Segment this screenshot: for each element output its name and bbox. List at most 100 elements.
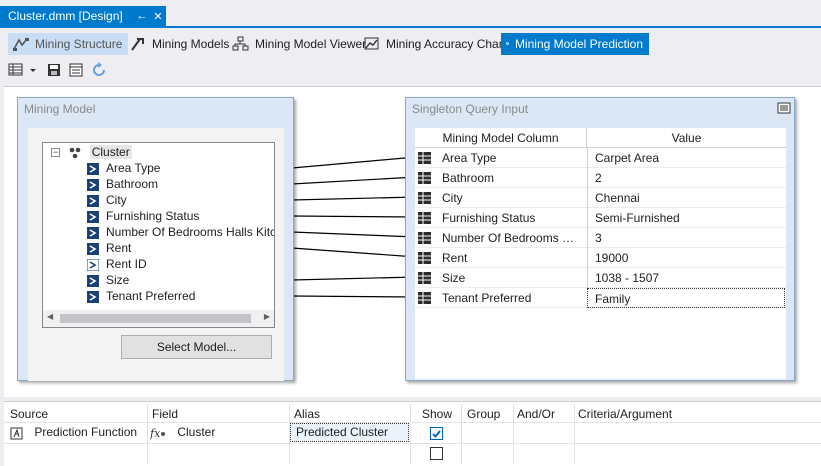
header-mining-model-column[interactable]: Mining Model Column [415, 128, 587, 148]
scroll-left-icon[interactable]: ◀ [47, 312, 53, 321]
input-column-icon [87, 178, 99, 191]
header-alias[interactable]: Alias [292, 406, 320, 422]
header-show[interactable]: Show [420, 406, 452, 422]
tab-label: Mining Accuracy Chart [386, 37, 507, 51]
tree-root-cluster[interactable]: − Cluster [51, 144, 132, 160]
tab-mining-accuracy-chart[interactable]: Mining Accuracy Chart [359, 33, 512, 55]
column-divider [574, 404, 575, 464]
save-icon[interactable] [46, 62, 62, 78]
prediction-icon [505, 42, 510, 46]
tree-column-label: Tenant Preferred [106, 289, 196, 303]
accuracy-chart-icon [364, 37, 379, 50]
row-value[interactable]: 19000 [587, 248, 785, 268]
tree-column-item[interactable]: Size [87, 272, 129, 288]
dropdown-icon[interactable] [28, 62, 38, 78]
tab-mining-structure[interactable]: Mining Structure [8, 33, 129, 55]
refresh-icon[interactable] [91, 62, 107, 78]
table-row[interactable]: Tenant Preferred Family [415, 288, 786, 308]
query-view-icon[interactable] [68, 62, 84, 78]
input-column-icon [87, 290, 99, 303]
tree-column-item[interactable]: Number Of Bedrooms Halls Kitchens [87, 224, 275, 240]
result-view-icon[interactable] [8, 62, 24, 78]
tab-label: Mining Model Prediction [514, 37, 643, 51]
row-value[interactable]: Carpet Area [587, 148, 785, 168]
query-options-icon[interactable] [777, 101, 791, 115]
field-cell[interactable]: fx Cluster [149, 422, 216, 442]
row-value-selected[interactable]: Family [587, 288, 785, 308]
tree-column-item[interactable]: Furnishing Status [87, 208, 199, 224]
row-value[interactable]: 3 [587, 228, 785, 248]
header-source[interactable]: Source [8, 406, 48, 422]
close-icon[interactable]: ✕ [150, 10, 166, 23]
singleton-query-title: Singleton Query Input [406, 98, 794, 120]
row-column-name: City [442, 191, 463, 205]
column-icon [418, 292, 431, 304]
select-model-button[interactable]: Select Model... [121, 335, 272, 359]
tab-mining-model-viewer[interactable]: Mining Model Viewer [228, 33, 372, 55]
mining-models-icon [131, 38, 144, 51]
pin-icon[interactable]: ← [134, 10, 150, 22]
header-and-or[interactable]: And/Or [515, 406, 555, 422]
scrollbar-thumb[interactable] [60, 314, 251, 323]
show-checkbox[interactable] [430, 447, 443, 460]
prediction-query-grid[interactable]: Source Field Alias Show Group And/Or Cri… [4, 401, 821, 466]
model-column-tree[interactable]: − Cluster Area Type Bathroom City Furnis… [42, 142, 275, 328]
header-field[interactable]: Field [150, 406, 178, 422]
column-divider [410, 404, 411, 464]
collapse-icon[interactable]: − [51, 148, 60, 158]
column-icon [418, 252, 431, 264]
row-value[interactable]: Semi-Furnished [587, 208, 785, 228]
column-divider [461, 404, 462, 464]
singleton-query-panel[interactable]: Singleton Query Input Mining Model Colum… [405, 97, 795, 381]
row-column-name: Tenant Preferred [442, 291, 532, 305]
source-value: Prediction Function [34, 425, 138, 439]
document-tab[interactable]: Cluster.dmm [Design] ← ✕ [0, 6, 166, 26]
singleton-query-grid[interactable]: Mining Model Column Value Area Type Carp… [415, 128, 786, 379]
row-value[interactable]: 2 [587, 168, 785, 188]
header-criteria-argument[interactable]: Criteria/Argument [576, 406, 672, 422]
cluster-function-icon: fx [149, 427, 165, 440]
tree-column-item[interactable]: Rent ID [87, 256, 147, 272]
table-row[interactable]: Area Type Carpet Area [415, 148, 786, 168]
cluster-model-icon [70, 147, 81, 159]
tree-column-label: Number Of Bedrooms Halls Kitchens [106, 225, 275, 239]
check-icon [432, 430, 441, 438]
tree-column-item[interactable]: Tenant Preferred [87, 288, 195, 304]
tree-column-item[interactable]: Area Type [87, 160, 160, 176]
header-group[interactable]: Group [465, 406, 500, 422]
tree-column-item[interactable]: City [87, 192, 127, 208]
input-column-icon [87, 226, 99, 239]
table-row[interactable]: Number Of Bedrooms Hall... 3 [415, 228, 786, 248]
row-value[interactable]: 1038 - 1507 [587, 268, 785, 288]
table-row[interactable]: City Chennai [415, 188, 786, 208]
source-cell[interactable]: Prediction Function [10, 422, 137, 442]
row-value[interactable]: Chennai [587, 188, 785, 208]
tab-mining-model-prediction[interactable]: Mining Model Prediction [501, 33, 649, 55]
tab-mining-models[interactable]: Mining Models [125, 33, 235, 55]
tree-column-item[interactable]: Rent [87, 240, 131, 256]
mining-model-title: Mining Model [18, 98, 293, 120]
input-column-icon [87, 162, 99, 175]
table-row[interactable]: Bathroom 2 [415, 168, 786, 188]
document-tab-bar: Cluster.dmm [Design] ← ✕ [0, 0, 821, 28]
tab-label: Mining Model Viewer [255, 37, 367, 51]
show-checkbox[interactable] [430, 427, 443, 440]
header-value[interactable]: Value [587, 128, 786, 148]
prediction-function-icon [10, 427, 23, 440]
column-icon [418, 192, 431, 204]
column-icon [418, 212, 431, 224]
table-row[interactable]: Size 1038 - 1507 [415, 268, 786, 288]
tree-column-item[interactable]: Bathroom [87, 176, 158, 192]
tree-horizontal-scrollbar[interactable]: ◀ ▶ [43, 310, 274, 327]
column-icon [418, 272, 431, 284]
designer-tab-strip: Mining Structure Mining Models Mining Mo… [0, 30, 821, 56]
tree-column-label: Furnishing Status [106, 209, 200, 223]
alias-input[interactable]: Predicted Cluster [290, 423, 409, 442]
field-value: Cluster [177, 425, 216, 439]
table-row[interactable]: Rent 19000 [415, 248, 786, 268]
input-column-icon [87, 210, 99, 223]
row-column-name: Size [442, 271, 466, 285]
scroll-right-icon[interactable]: ▶ [264, 312, 270, 321]
table-row[interactable]: Furnishing Status Semi-Furnished [415, 208, 786, 228]
mining-model-panel[interactable]: Mining Model − Cluster Area Type Bathroo… [17, 97, 294, 381]
